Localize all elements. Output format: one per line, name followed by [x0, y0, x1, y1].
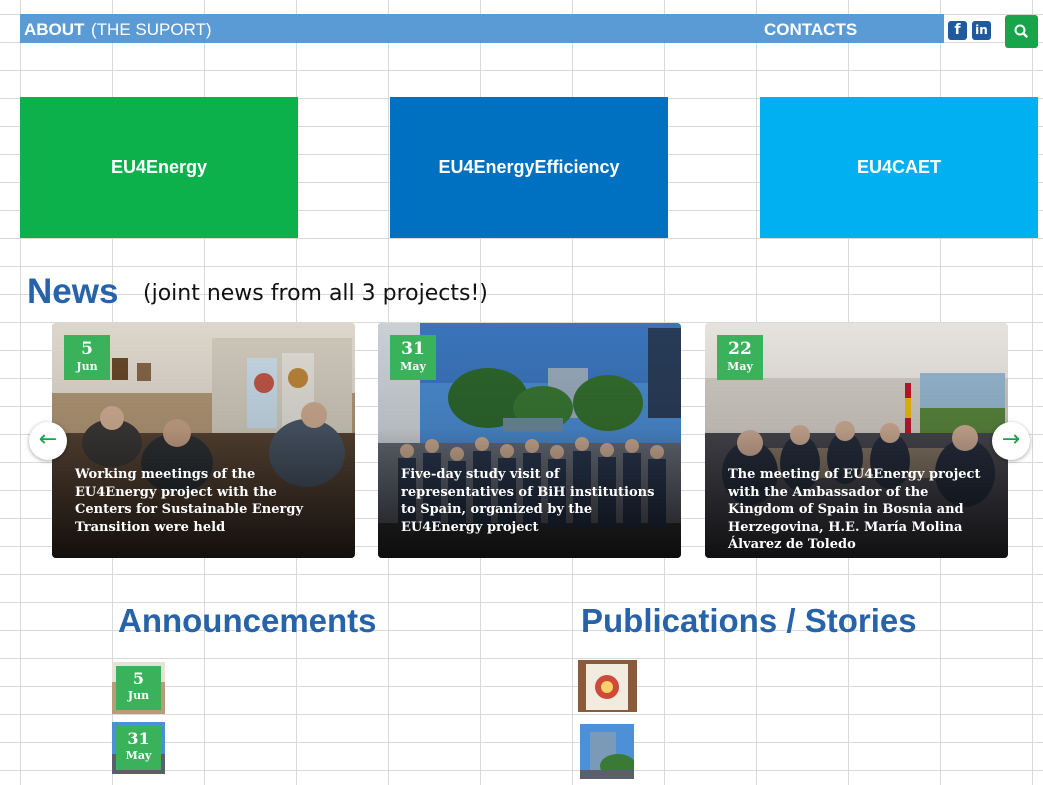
date-day: 31: [401, 339, 425, 359]
arrow-right-icon: →: [1001, 427, 1021, 452]
project-tile-label: EU4EnergyEfficiency: [438, 157, 620, 177]
date-month: May: [400, 360, 426, 373]
linkedin-icon[interactable]: in: [972, 21, 991, 40]
publication-thumbnail[interactable]: [580, 724, 634, 779]
project-tile-eu4energy[interactable]: EU4Energy: [20, 97, 298, 238]
carousel-prev-button[interactable]: ←: [29, 422, 67, 460]
facebook-icon[interactable]: f: [948, 21, 967, 40]
news-card-title[interactable]: The meeting of EU4Energy project with th…: [728, 466, 990, 554]
search-button[interactable]: [1005, 15, 1038, 48]
search-icon: [1014, 24, 1028, 38]
date-month: May: [125, 749, 152, 762]
date-day: 22: [728, 339, 752, 359]
nav-contacts-link[interactable]: CONTACTS: [764, 20, 857, 40]
news-card[interactable]: 5 Jun Working meetings of the EU4Energy …: [52, 323, 355, 558]
date-month: Jun: [127, 689, 150, 702]
publications-heading: Publications / Stories: [581, 602, 917, 639]
announcement-thumbnail[interactable]: 5 Jun: [112, 662, 165, 714]
nav-about-link[interactable]: ABOUT: [24, 20, 84, 40]
date-day: 5: [132, 669, 145, 688]
project-tile-label: EU4CAET: [856, 157, 941, 177]
news-heading: News: [27, 272, 119, 311]
date-badge: 5 Jun: [64, 335, 110, 380]
date-month: May: [727, 360, 753, 373]
project-tile-eu4caet[interactable]: EU4CAET: [760, 97, 1038, 238]
publication-thumbnail[interactable]: [578, 660, 637, 712]
news-subheading: (joint news from all 3 projects!): [143, 281, 488, 306]
date-day: 5: [81, 339, 93, 359]
date-day: 31: [127, 729, 150, 748]
announcements-heading: Announcements: [118, 602, 377, 639]
news-card[interactable]: 22 May The meeting of EU4Energy project …: [705, 323, 1008, 558]
carousel-next-button[interactable]: →: [992, 422, 1030, 460]
date-badge: 22 May: [717, 335, 763, 380]
publication-photo: [580, 724, 634, 779]
news-card[interactable]: 31 May Five-day study visit of represent…: [378, 323, 681, 558]
top-nav-bar: ABOUT (THE SUPORT) CONTACTS: [20, 14, 944, 43]
news-card-title[interactable]: Five-day study visit of representatives …: [401, 466, 663, 536]
project-tile-label: EU4Energy: [110, 157, 208, 177]
date-month: Jun: [76, 360, 98, 373]
date-badge: 5 Jun: [116, 666, 161, 710]
nav-about-subtitle[interactable]: (THE SUPORT): [91, 20, 212, 40]
date-badge: 31 May: [116, 726, 161, 770]
date-badge: 31 May: [390, 335, 436, 380]
news-card-title[interactable]: Working meetings of the EU4Energy projec…: [75, 466, 337, 536]
arrow-left-icon: ←: [38, 427, 58, 452]
announcement-thumbnail[interactable]: 31 May: [112, 722, 165, 774]
publication-photo: [578, 660, 637, 712]
project-tile-eu4energyefficiency[interactable]: EU4EnergyEfficiency: [390, 97, 668, 238]
